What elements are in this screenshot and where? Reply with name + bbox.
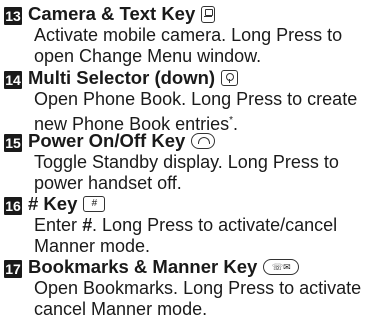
entry-number: 15: [4, 134, 22, 152]
entry-title: Power On/Off Key: [28, 130, 371, 152]
entry-description-line: Enter #. Long Press to activate/cancel: [28, 215, 371, 236]
entry-title-text: Camera & Text Key: [28, 3, 196, 24]
entry-description-line: Toggle Standby display. Long Press to: [34, 152, 339, 172]
entry-number: 13: [4, 7, 22, 25]
entry-camera-text-key: 13 Camera & Text Key Activate mobile cam…: [0, 3, 371, 67]
entry-title: Bookmarks & Manner Key ☏✉: [28, 256, 371, 278]
entry-bookmarks-manner-key: 17 Bookmarks & Manner Key ☏✉ Open Bookma…: [0, 256, 371, 319]
entry-title: # Key #: [28, 193, 371, 215]
entry-number: 17: [4, 260, 22, 278]
entry-description-line: power handset off.: [34, 173, 182, 193]
entry-title: Camera & Text Key: [28, 3, 371, 25]
entry-multi-selector-down: 14 Multi Selector (down) Open Phone Book…: [0, 67, 371, 134]
entry-title-text: Multi Selector (down): [28, 67, 216, 88]
entry-description-text: Enter: [34, 215, 83, 235]
entry-hash-key: 16 # Key # Enter #. Long Press to activa…: [0, 193, 371, 256]
entry-description-line: Activate mobile camera. Long Press to: [34, 25, 343, 45]
bookmarks-manner-key-icon: ☏✉: [263, 259, 300, 275]
camera-text-key-icon: [201, 5, 216, 23]
entry-number: 16: [4, 197, 22, 215]
entry-description-emphasis: #: [82, 215, 93, 235]
entry-description-text: . Long Press to activate/cancel: [92, 215, 338, 235]
entry-description-line: open Change Menu window.: [34, 46, 262, 66]
entry-title-text: # Key: [28, 193, 78, 214]
entry-title-text: Bookmarks & Manner Key: [28, 256, 258, 277]
entry-description-line: Open Bookmarks. Long Press to activate: [34, 278, 362, 298]
power-key-icon: [191, 133, 216, 149]
entry-title-text: Power On/Off Key: [28, 130, 186, 151]
key-descriptions-list: 13 Camera & Text Key Activate mobile cam…: [0, 3, 371, 319]
entry-title: Multi Selector (down): [28, 67, 371, 89]
entry-number: 14: [4, 71, 22, 89]
entry-description-line: cancel Manner mode.: [34, 299, 208, 319]
entry-description-line: Open Phone Book. Long Press to create: [34, 89, 358, 109]
hash-key-icon: #: [83, 196, 106, 212]
entry-power-key: 15 Power On/Off Key Toggle Standby displ…: [0, 130, 371, 193]
entry-description-line: Manner mode.: [34, 236, 151, 256]
multi-selector-down-icon: [221, 70, 239, 86]
